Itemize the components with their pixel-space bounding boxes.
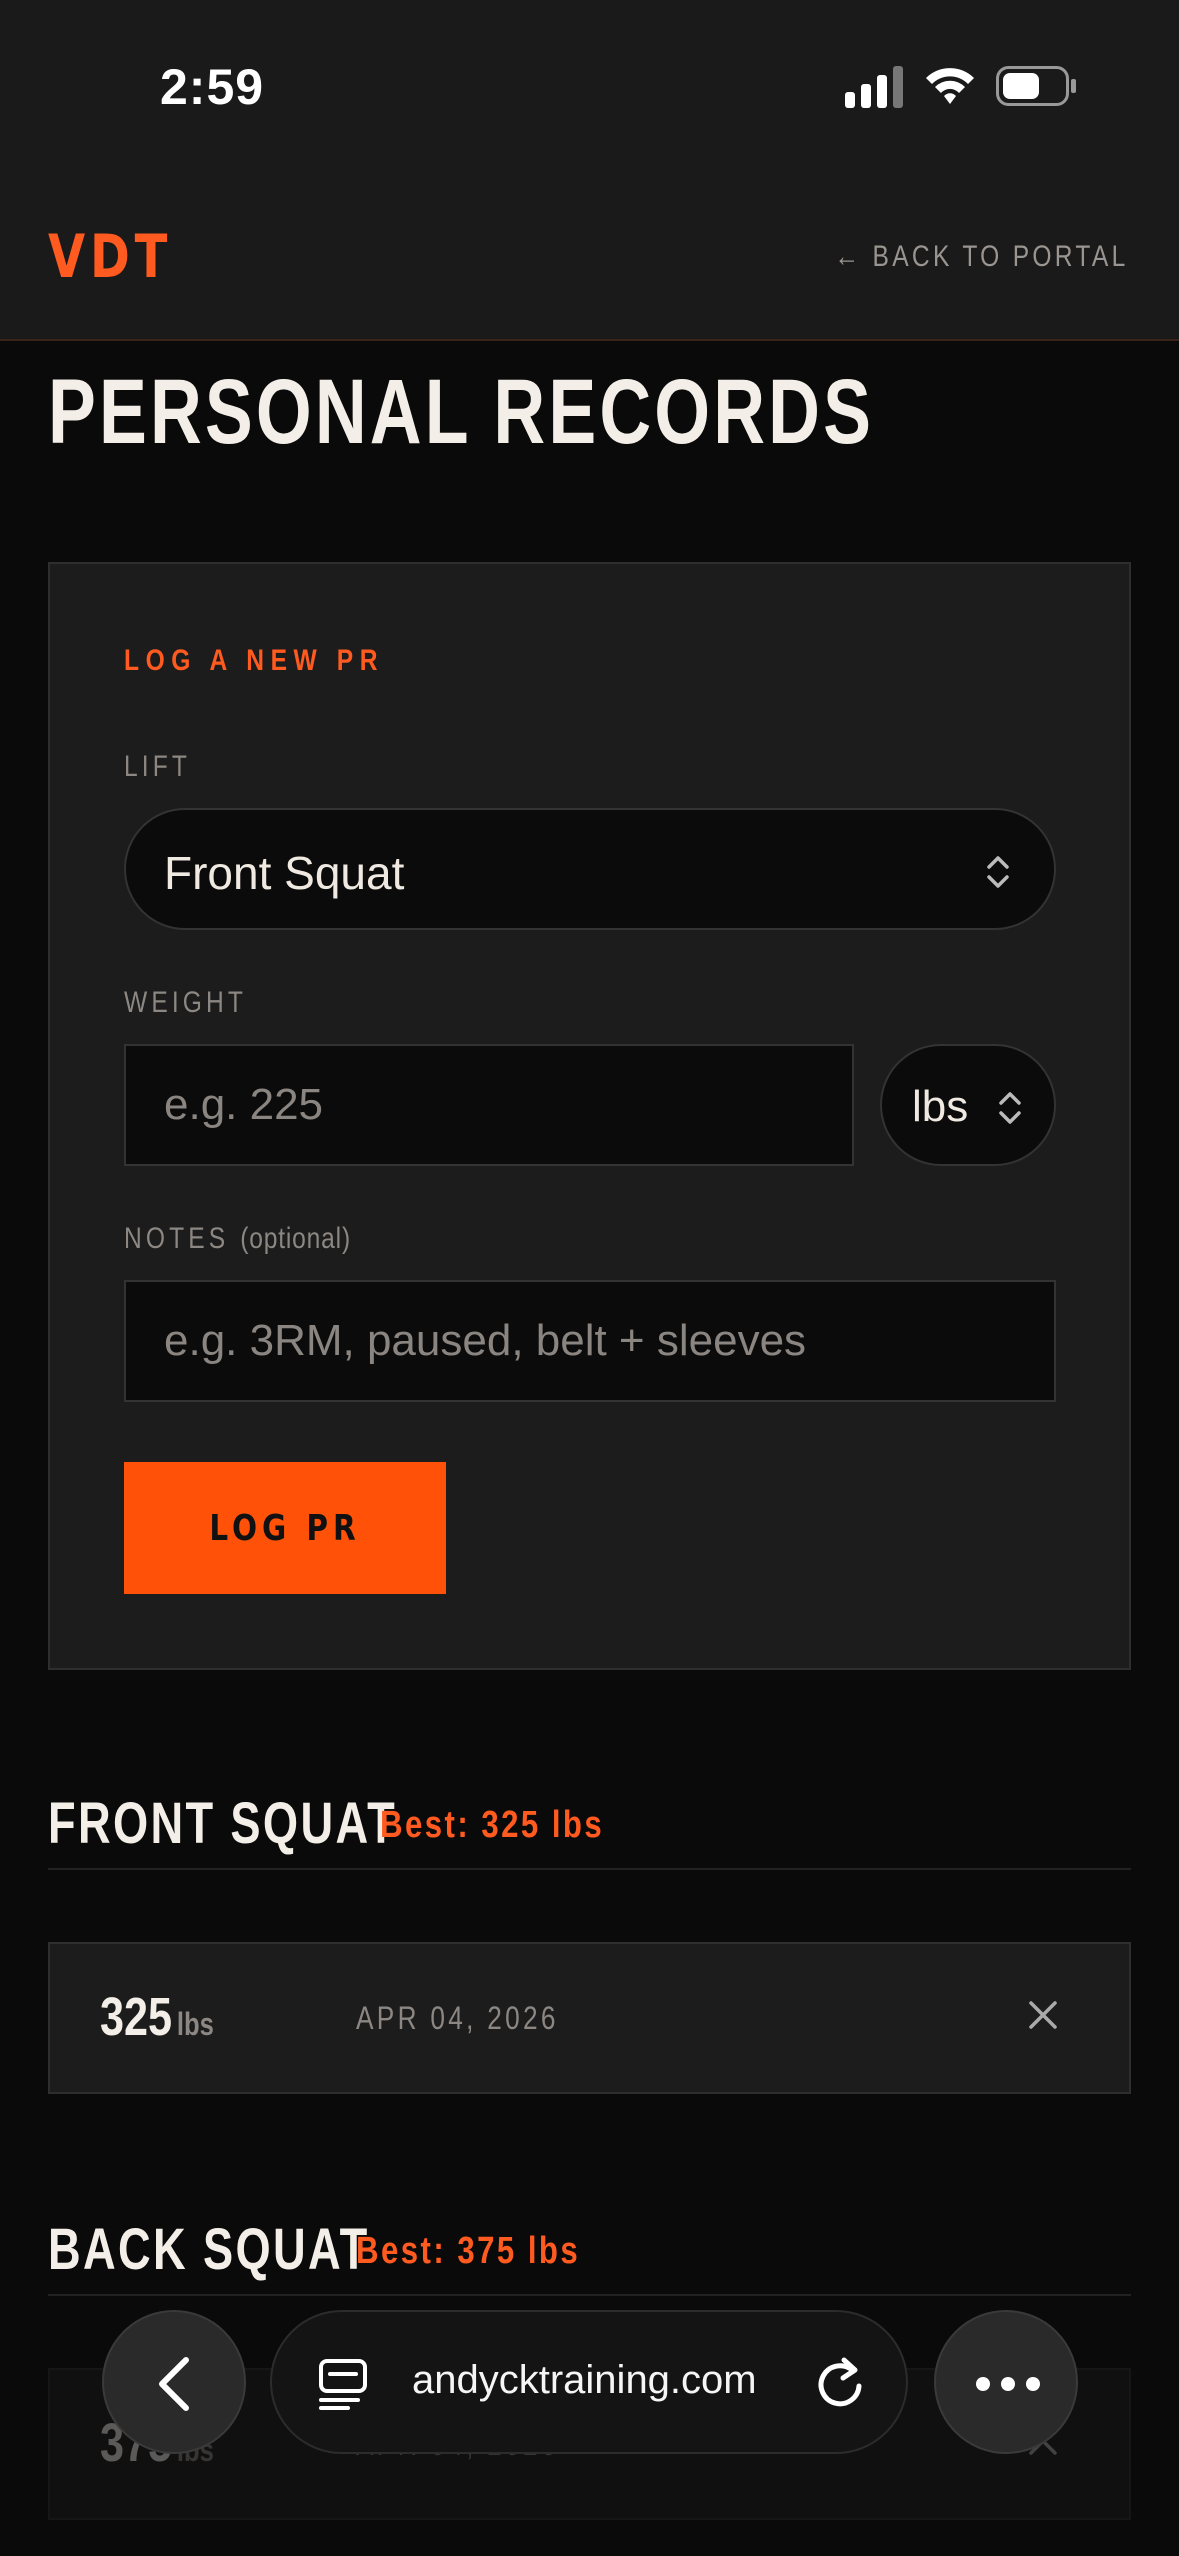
weight-label: WEIGHT (124, 986, 247, 1019)
record-weight: 325 (100, 1987, 173, 2047)
cellular-signal-icon (845, 66, 903, 108)
chevron-updown-icon (999, 1092, 1021, 1124)
lift-best: Best: 325 lbs (380, 1804, 605, 1846)
wifi-icon (926, 68, 974, 104)
brand-logo[interactable]: VDT (48, 222, 172, 292)
app-header: 2:59 VDT ← BACK TO PORTAL (0, 0, 1179, 341)
notes-label: NOTES (optional) (124, 1222, 351, 1256)
record-row: 325 lbs APR 04, 2026 (48, 1942, 1131, 2094)
form-heading: LOG A NEW PR (124, 644, 385, 677)
weight-input[interactable] (126, 1046, 852, 1164)
lift-select-value: Front Squat (164, 847, 405, 899)
notes-input[interactable] (126, 1282, 1054, 1400)
browser-back-button[interactable] (102, 2310, 246, 2454)
reload-icon[interactable] (812, 2354, 868, 2412)
lift-best: Best: 375 lbs (356, 2230, 581, 2272)
lift-label: LIFT (124, 750, 191, 783)
battery-icon (996, 66, 1076, 106)
browser-url: andycktraining.com (412, 2358, 757, 2402)
browser-address-bar[interactable]: andycktraining.com (270, 2310, 908, 2454)
log-pr-button[interactable]: LOG PR (124, 1462, 446, 1594)
chevron-updown-icon (987, 856, 1009, 888)
record-unit: lbs (176, 2006, 214, 2042)
notes-optional-hint: (optional) (240, 1222, 351, 1255)
lift-section-header: FRONT SQUAT Best: 325 lbs (48, 1790, 1131, 1870)
lift-select[interactable]: Front Squat (124, 808, 1056, 930)
lift-name: FRONT SQUAT (48, 1791, 398, 1856)
weight-input-wrapper (124, 1044, 854, 1166)
notes-label-text: NOTES (124, 1222, 230, 1255)
delete-record-icon[interactable] (1027, 1999, 1059, 2031)
log-pr-button-label: LOG PR (209, 1507, 361, 1549)
status-time: 2:59 (160, 59, 265, 115)
record-value: 325 lbs (100, 1986, 214, 2048)
log-pr-form: LOG A NEW PR LIFT Front Squat WEIGHT lbs… (48, 562, 1131, 1670)
lift-name: BACK SQUAT (48, 2217, 370, 2282)
page-title: PERSONAL RECORDS (48, 361, 875, 463)
unit-select[interactable]: lbs (880, 1044, 1056, 1166)
back-to-portal-link[interactable]: ← BACK TO PORTAL (835, 240, 1129, 274)
notes-input-wrapper (124, 1280, 1056, 1402)
more-icon (976, 2377, 1040, 2391)
record-date: APR 04, 2026 (356, 2000, 559, 2036)
unit-select-value: lbs (912, 1082, 969, 1131)
browser-more-button[interactable] (934, 2310, 1078, 2454)
tabs-icon[interactable] (318, 2358, 368, 2410)
chevron-left-icon (159, 2357, 189, 2411)
lift-section-header: BACK SQUAT Best: 375 lbs (48, 2216, 1131, 2296)
